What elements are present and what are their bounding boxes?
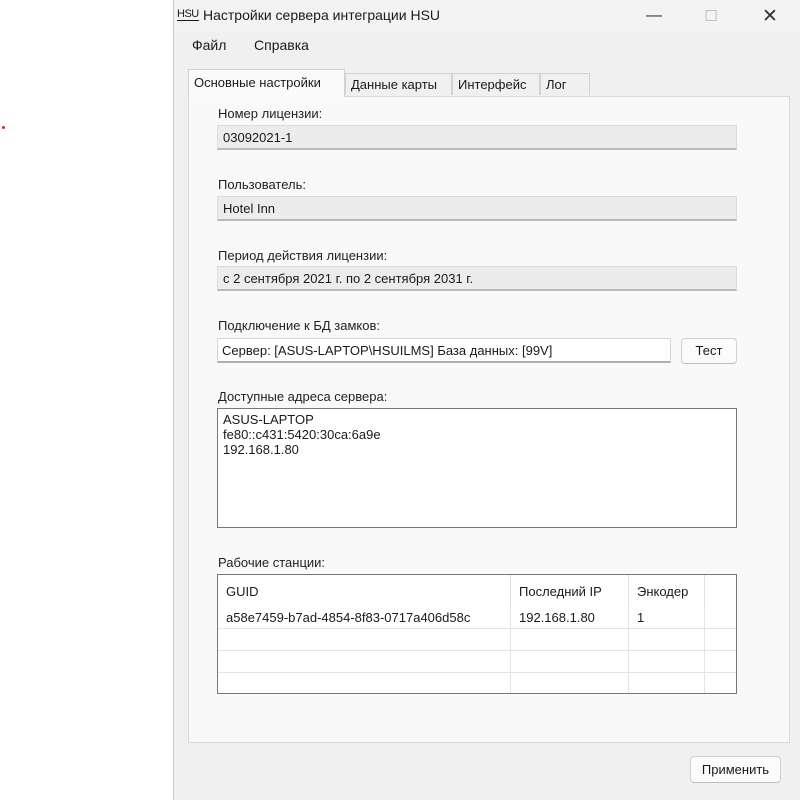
license-period-field: с 2 сентября 2021 г. по 2 сентября 2031 … bbox=[217, 266, 737, 291]
table-row-empty bbox=[218, 651, 736, 673]
column-header-guid[interactable]: GUID bbox=[218, 575, 511, 607]
user-label: Пользователь: bbox=[218, 177, 306, 192]
maximize-button[interactable]: ☐ bbox=[688, 0, 734, 32]
license-number-label: Номер лицензии: bbox=[218, 106, 323, 121]
workstations-table[interactable]: GUID Последний IP Энкодер a58e7459-b7ad-… bbox=[217, 574, 737, 694]
table-row-empty bbox=[218, 629, 736, 651]
maximize-icon: ☐ bbox=[704, 8, 718, 25]
workstations-label: Рабочие станции: bbox=[218, 555, 326, 570]
table-header: GUID Последний IP Энкодер bbox=[218, 575, 736, 607]
column-header-last-ip[interactable]: Последний IP bbox=[511, 575, 629, 607]
minimize-icon: — bbox=[646, 7, 662, 24]
db-connection-label: Подключение к БД замков: bbox=[218, 318, 380, 333]
menu-file[interactable]: Файл bbox=[192, 37, 226, 53]
cell-filler bbox=[705, 607, 736, 629]
tab-interface[interactable]: Интерфейс bbox=[452, 73, 540, 95]
minimize-button[interactable]: — bbox=[631, 0, 677, 32]
tab-card-data[interactable]: Данные карты bbox=[345, 73, 452, 95]
server-address-line: 192.168.1.80 bbox=[223, 442, 299, 457]
test-button[interactable]: Тест bbox=[681, 338, 737, 364]
menu-help[interactable]: Справка bbox=[254, 37, 309, 53]
cell-encoder[interactable]: 1 bbox=[629, 607, 705, 629]
app-icon: HSU bbox=[177, 8, 199, 21]
tab-main-settings[interactable]: Основные настройки bbox=[188, 69, 345, 97]
server-address-line: fe80::c431:5420:30ca:6a9e bbox=[223, 427, 381, 442]
user-field: Hotel Inn bbox=[217, 196, 737, 221]
close-button[interactable]: ✕ bbox=[747, 0, 793, 32]
title-bar[interactable]: HSU Настройки сервера интеграции HSU — ☐… bbox=[174, 0, 800, 32]
window-title: Настройки сервера интеграции HSU bbox=[203, 7, 441, 23]
apply-button[interactable]: Применить bbox=[690, 756, 781, 783]
cell-last-ip[interactable]: 192.168.1.80 bbox=[511, 607, 629, 629]
license-number-field: 03092021-1 bbox=[217, 125, 737, 150]
db-connection-field[interactable]: Сервер: [ASUS-LAPTOP\HSUILMS] База данны… bbox=[217, 338, 671, 363]
table-row[interactable]: a58e7459-b7ad-4854-8f83-0717a406d58c 192… bbox=[218, 607, 736, 629]
column-header-encoder[interactable]: Энкодер bbox=[629, 575, 705, 607]
cell-guid[interactable]: a58e7459-b7ad-4854-8f83-0717a406d58c bbox=[218, 607, 511, 629]
close-icon: ✕ bbox=[762, 5, 778, 27]
tab-log[interactable]: Лог bbox=[540, 73, 590, 95]
server-addresses-label: Доступные адреса сервера: bbox=[218, 389, 388, 404]
server-addresses-textarea[interactable]: ASUS-LAPTOP fe80::c431:5420:30ca:6a9e 19… bbox=[217, 408, 737, 528]
menu-bar: Файл Справка bbox=[174, 35, 800, 57]
license-period-label: Период действия лицензии: bbox=[218, 248, 388, 263]
table-row-empty bbox=[218, 673, 736, 693]
settings-window: HSU Настройки сервера интеграции HSU — ☐… bbox=[173, 0, 800, 800]
red-dot-marker bbox=[2, 126, 5, 129]
column-header-filler bbox=[705, 575, 736, 607]
server-address-line: ASUS-LAPTOP bbox=[223, 412, 314, 427]
